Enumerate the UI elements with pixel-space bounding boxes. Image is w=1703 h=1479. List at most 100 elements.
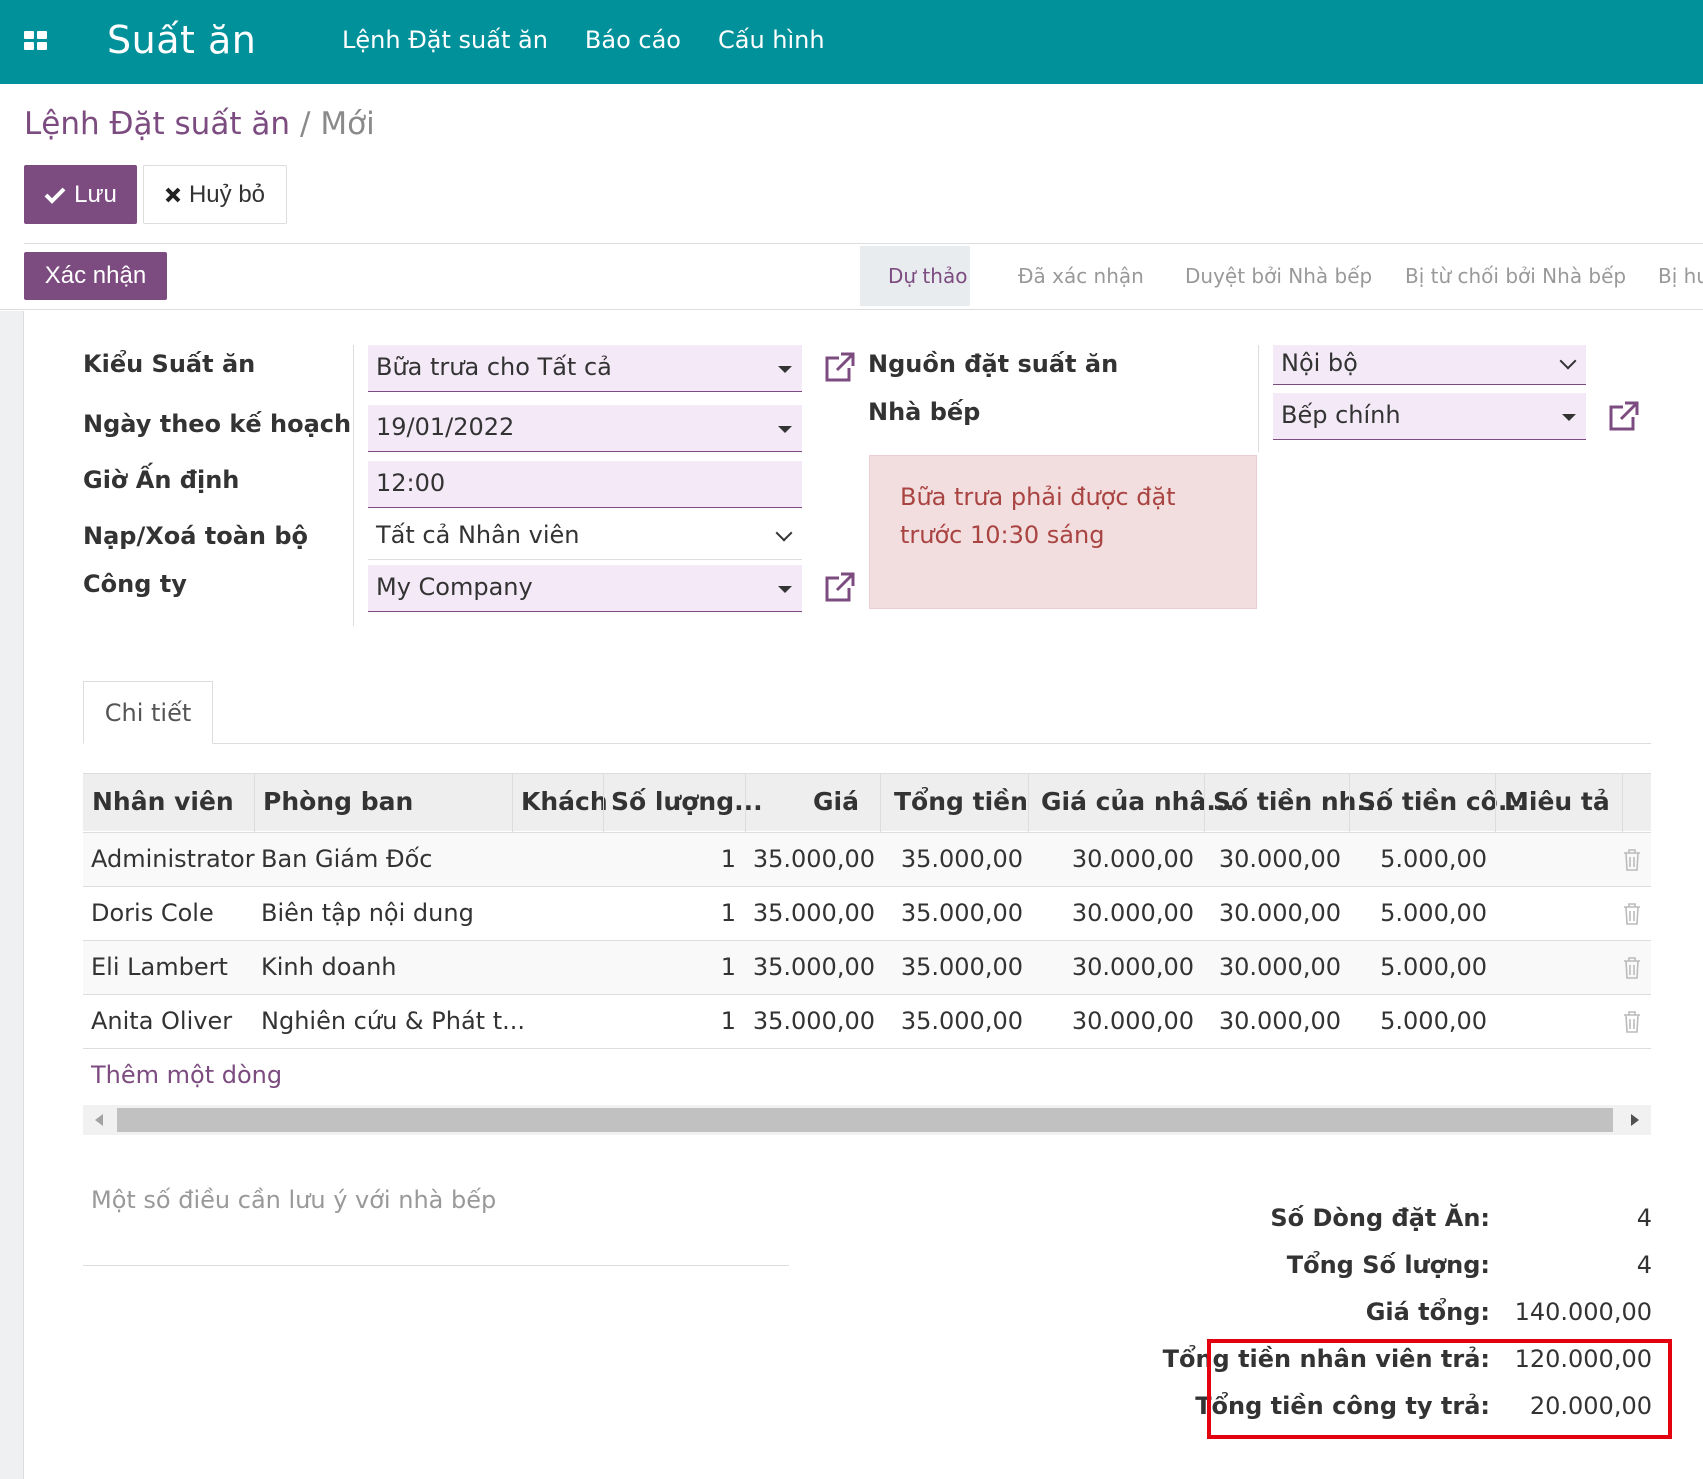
col-company-amount[interactable]: Số tiền cô... — [1358, 787, 1526, 816]
table-cell: Nghiên cứu & Phát t... — [261, 1007, 525, 1035]
menu-item-configuration[interactable]: Cấu hình — [718, 26, 825, 54]
table-cell: 30.000,00 — [1218, 953, 1341, 981]
table-row[interactable]: Doris Cole Biên tập nội dung 1 35.000,00 35.… — [83, 886, 1651, 940]
kitchen-note-input[interactable]: Một số điều cần lưu ý với nhà bếp — [91, 1186, 496, 1214]
label-divider — [1258, 345, 1259, 452]
table-cell: 35.000,00 — [752, 845, 875, 873]
table-cell: 5.000,00 — [1380, 1007, 1487, 1035]
app-title: Suất ăn — [107, 18, 257, 62]
stage-confirmed[interactable]: Đã xác nhận — [1018, 246, 1144, 306]
col-total[interactable]: Tổng tiền — [894, 787, 1028, 816]
planned-date-value: 19/01/2022 — [376, 413, 515, 441]
breadcrumb: Lệnh Đặt suất ăn / Mới — [24, 106, 375, 142]
col-separator — [603, 774, 604, 832]
table-row[interactable]: Administrator Ban Giám Đốc 1 35.000,00 35.00… — [83, 832, 1651, 886]
highlight-box — [1207, 1339, 1672, 1439]
table-cell: 35.000,00 — [900, 845, 1023, 873]
order-source-select[interactable]: Nội bộ — [1273, 345, 1586, 385]
note-underline — [83, 1265, 789, 1266]
scroll-right-icon[interactable] — [1631, 1114, 1639, 1126]
col-department[interactable]: Phòng ban — [263, 787, 413, 816]
tab-details[interactable]: Chi tiết — [83, 681, 213, 744]
meal-type-select[interactable]: Bữa trưa cho Tất cả — [368, 345, 802, 392]
meal-time-value: 12:00 — [376, 469, 446, 497]
stage-cancelled[interactable]: Bị hu — [1658, 246, 1703, 306]
col-quantity[interactable]: Số lượng... — [611, 787, 763, 816]
stage-kitchen-approved[interactable]: Duyệt bởi Nhà bếp — [1185, 246, 1372, 306]
planned-date-input[interactable]: 19/01/2022 — [368, 405, 802, 452]
load-remove-all-label: Nạp/Xoá toàn bộ — [83, 522, 309, 550]
company-select[interactable]: My Company — [368, 565, 802, 612]
apps-grid-icon[interactable] — [24, 31, 48, 51]
scroll-left-icon[interactable] — [95, 1114, 103, 1126]
external-link-icon[interactable] — [823, 570, 857, 604]
table-cell: Eli Lambert — [91, 953, 228, 981]
kitchen-select[interactable]: Bếp chính — [1273, 393, 1586, 440]
cancel-button[interactable]: Huỷ bỏ — [143, 165, 287, 224]
breadcrumb-parent[interactable]: Lệnh Đặt suất ăn — [24, 106, 290, 142]
col-guest[interactable]: Khách — [521, 787, 608, 816]
external-link-icon[interactable] — [1607, 399, 1641, 433]
total-value: 4 — [1636, 1251, 1652, 1279]
add-line-link[interactable]: Thêm một dòng — [91, 1061, 282, 1089]
col-price[interactable]: Giá — [813, 787, 859, 816]
total-label: Số Dòng đặt Ăn: — [1270, 1204, 1490, 1232]
kitchen-label: Nhà bếp — [868, 398, 981, 426]
order-source-label: Nguồn đặt suất ăn — [868, 350, 1119, 378]
col-separator — [254, 774, 255, 832]
trash-icon[interactable] — [1623, 903, 1641, 925]
load-remove-all-select[interactable]: Tất cả Nhân viên — [368, 513, 802, 560]
table-cell: Administrator — [91, 845, 255, 873]
planned-date-label: Ngày theo kế hoạch — [83, 410, 352, 438]
col-separator — [512, 774, 513, 832]
table-row[interactable]: Anita Oliver Nghiên cứu & Phát t... 1 35.00… — [83, 994, 1651, 1048]
table-row[interactable]: Eli Lambert Kinh doanh 1 35.000,00 35.000,00… — [83, 940, 1651, 994]
table-cell: 30.000,00 — [1071, 953, 1194, 981]
table-cell: 1 — [720, 953, 736, 981]
table-cell: 35.000,00 — [752, 1007, 875, 1035]
status-bar: Xác nhận Dự thảo Đã xác nhận Duyệt bởi N… — [0, 244, 1703, 310]
company-label: Công ty — [83, 570, 187, 598]
table-cell: 35.000,00 — [752, 899, 875, 927]
trash-icon[interactable] — [1623, 849, 1641, 871]
table-cell: Ban Giám Đốc — [261, 845, 433, 873]
total-label: Giá tổng: — [1365, 1298, 1490, 1326]
table-cell: 35.000,00 — [900, 1007, 1023, 1035]
table-cell: 1 — [720, 1007, 736, 1035]
total-value: 4 — [1636, 1204, 1652, 1232]
col-separator — [1204, 774, 1205, 832]
caret-down-icon — [778, 366, 792, 373]
table-header: Nhân viên Phòng ban Khách Số lượng... Gi… — [83, 773, 1651, 832]
save-label: Lưu — [74, 180, 117, 208]
table-cell: 5.000,00 — [1380, 845, 1487, 873]
col-employee[interactable]: Nhân viên — [92, 787, 234, 816]
breadcrumb-separator: / — [299, 106, 311, 142]
horizontal-scrollbar[interactable] — [83, 1105, 1651, 1135]
table-cell: 35.000,00 — [900, 953, 1023, 981]
add-line-row: Thêm một dòng — [83, 1048, 1651, 1102]
confirm-button[interactable]: Xác nhận — [24, 252, 167, 300]
table-cell: Doris Cole — [91, 899, 214, 927]
save-button[interactable]: Lưu — [24, 165, 137, 224]
scroll-thumb[interactable] — [117, 1108, 1613, 1132]
menu-item-meal-orders[interactable]: Lệnh Đặt suất ăn — [342, 26, 548, 54]
stage-kitchen-rejected[interactable]: Bị từ chối bởi Nhà bếp — [1405, 246, 1626, 306]
external-link-icon[interactable] — [823, 350, 857, 384]
order-source-value: Nội bộ — [1281, 349, 1358, 377]
col-description[interactable]: Miêu tả — [1504, 787, 1610, 816]
table-cell: 30.000,00 — [1218, 1007, 1341, 1035]
trash-icon[interactable] — [1623, 1011, 1641, 1033]
meal-time-input[interactable]: 12:00 — [368, 461, 802, 508]
stage-draft: Dự thảo — [860, 246, 970, 306]
company-value: My Company — [376, 573, 533, 601]
chevron-down-icon — [775, 524, 793, 542]
col-employee-price[interactable]: Giá của nhâ... — [1041, 787, 1235, 816]
menu-item-reports[interactable]: Báo cáo — [585, 26, 681, 54]
col-separator — [1622, 774, 1623, 832]
trash-icon[interactable] — [1623, 957, 1641, 979]
table-cell: Kinh doanh — [261, 953, 397, 981]
col-separator — [1028, 774, 1029, 832]
table-cell: 35.000,00 — [900, 899, 1023, 927]
chevron-down-icon — [1559, 352, 1577, 370]
col-separator — [880, 774, 881, 832]
